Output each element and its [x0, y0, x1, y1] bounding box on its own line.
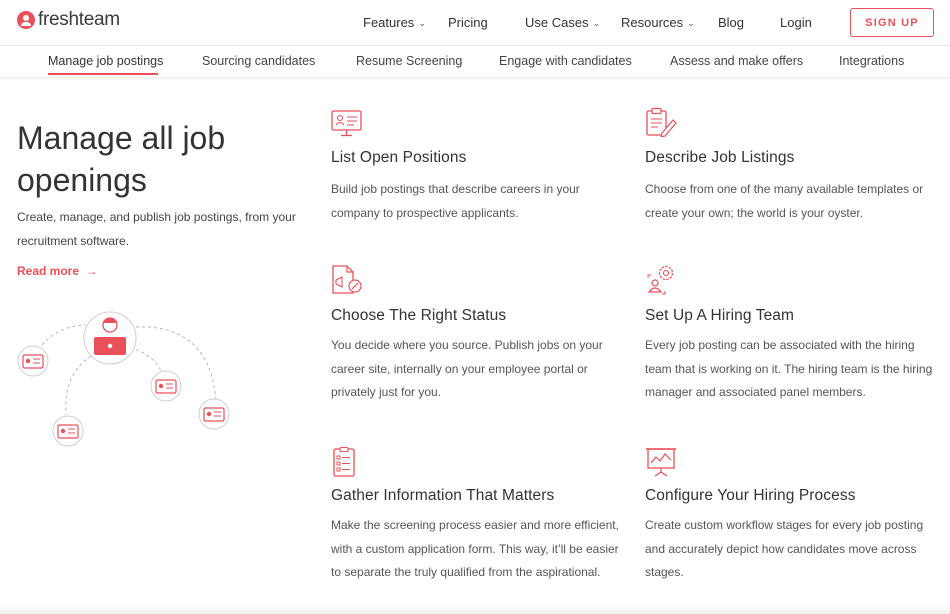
chevron-down-icon: ⌄	[592, 17, 601, 28]
feature-title: Set Up A Hiring Team	[645, 307, 795, 324]
page-subtitle: Create, manage, and publish job postings…	[17, 210, 296, 248]
chevron-down-icon: ⌄	[418, 17, 426, 28]
page-title: Manage all job openings	[17, 120, 226, 198]
feature-title: Gather Information That Matters	[331, 487, 555, 504]
brand-name: freshteam	[38, 9, 120, 30]
nav-pricing[interactable]: Pricing	[448, 15, 488, 30]
nav-blog[interactable]: Blog	[718, 15, 744, 30]
document-megaphone-icon	[332, 265, 362, 294]
chevron-down-icon: ⌄	[687, 17, 695, 28]
feature-title: Choose The Right Status	[331, 307, 507, 324]
freshteam-logo-icon	[17, 11, 35, 29]
tab-resume-screening[interactable]: Resume Screening	[356, 54, 462, 68]
read-more-link[interactable]: Read more →	[17, 264, 98, 278]
tab-engage-with-candidates[interactable]: Engage with candidates	[499, 54, 632, 68]
nav-pricing-label: Pricing	[448, 15, 488, 30]
feature-description: Create custom workflow stages for every …	[645, 518, 924, 579]
feature-description: You decide where you source. Publish job…	[331, 338, 603, 399]
feature-description: Build job postings that describe careers…	[331, 182, 580, 220]
brand-logo[interactable]: freshteam	[17, 9, 120, 31]
bottom-fade	[0, 604, 950, 614]
feature-description: Make the screening process easier and mo…	[331, 518, 619, 579]
monitor-profile-icon	[331, 110, 362, 137]
feature-configure-hiring-process: Configure Your Hiring Process Create cus…	[645, 447, 945, 587]
feature-title: Describe Job Listings	[645, 149, 795, 166]
arrow-right-icon: →	[82, 264, 98, 278]
feature-gather-information: Gather Information That Matters Make the…	[331, 447, 631, 607]
active-tab-indicator	[48, 73, 158, 75]
nav-features[interactable]: Features ⌄	[363, 15, 426, 30]
hiring-network-illustration	[17, 311, 230, 447]
nav-login-label: Login	[780, 15, 812, 30]
feature-describe-job-listings: Describe Job Listings Choose from one of…	[645, 107, 945, 227]
checklist-icon	[333, 447, 355, 477]
feature-title: List Open Positions	[331, 149, 467, 166]
read-more-label: Read more	[17, 264, 80, 278]
candidate-card-icon	[52, 415, 84, 447]
tab-sourcing-candidates[interactable]: Sourcing candidates	[202, 54, 315, 68]
nav-resources[interactable]: Resources ⌄	[621, 15, 695, 30]
feature-set-up-hiring-team: Set Up A Hiring Team Every job posting c…	[645, 265, 945, 405]
feature-choose-right-status: Choose The Right Status You decide where…	[331, 265, 631, 405]
nav-features-label: Features	[363, 15, 415, 30]
feature-description: Choose from one of the many available te…	[645, 182, 924, 220]
nav-use-cases-label: Use Cases	[525, 15, 589, 30]
feature-description: Every job posting can be associated with…	[645, 338, 933, 399]
nav-blog-label: Blog	[718, 15, 745, 30]
clipboard-pen-icon	[646, 107, 677, 137]
candidate-card-icon	[198, 398, 230, 430]
nav-login[interactable]: Login	[780, 15, 812, 30]
tab-integrations[interactable]: Integrations	[839, 54, 904, 68]
tab-assess-and-make-offers[interactable]: Assess and make offers	[670, 54, 803, 68]
team-gear-icon	[647, 265, 674, 295]
candidate-card-icon	[17, 345, 49, 377]
candidate-card-icon	[150, 370, 182, 402]
top-navigation: freshteam Features ⌄ Pricing Use Cases ⌄…	[0, 0, 950, 46]
feature-title: Configure Your Hiring Process	[645, 487, 856, 504]
tab-manage-job-postings[interactable]: Manage job postings	[48, 54, 163, 68]
nav-resources-label: Resources	[621, 15, 684, 30]
signup-button[interactable]: SIGN UP	[850, 8, 934, 37]
feature-list-open-positions: List Open Positions Build job postings t…	[331, 110, 631, 230]
presentation-board-icon	[646, 448, 676, 477]
nav-use-cases[interactable]: Use Cases ⌄	[525, 15, 600, 30]
